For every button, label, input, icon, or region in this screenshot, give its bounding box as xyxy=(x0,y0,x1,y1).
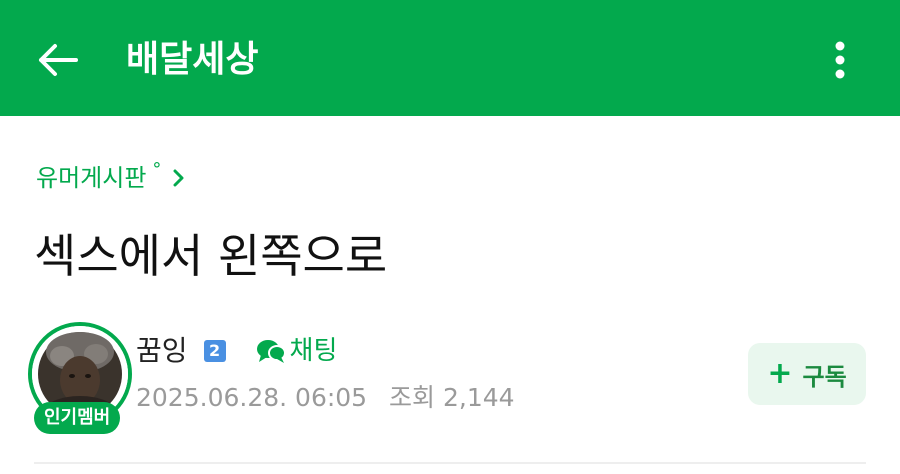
subscribe-label: 구독 xyxy=(802,362,847,391)
chat-button[interactable]: 채팅 xyxy=(256,333,338,369)
divider xyxy=(34,462,866,464)
app-bar: 배달세상 xyxy=(0,0,900,116)
board-link[interactable]: 유머게시판 ° xyxy=(36,159,185,196)
subscribe-button[interactable]: + 구독 xyxy=(748,343,866,405)
popular-member-badge: 인기멤버 xyxy=(34,402,121,434)
author-avatar-wrap[interactable]: 인기멤버 xyxy=(28,322,132,434)
more-vertical-icon xyxy=(835,41,845,79)
back-button[interactable] xyxy=(30,36,84,84)
arrow-left-icon xyxy=(39,44,78,76)
post-meta: 2025.06.28. 06:05 조회 2,144 xyxy=(136,380,515,416)
author-name[interactable]: 꿈잉 xyxy=(136,333,188,369)
views-count: 2,144 xyxy=(443,383,515,412)
level-badge: 2 xyxy=(203,340,226,362)
chevron-right-icon xyxy=(173,169,185,187)
chat-label: 채팅 xyxy=(289,336,338,366)
board-degree-mark: ° xyxy=(152,159,162,180)
plus-icon: + xyxy=(767,356,793,391)
app-title: 배달세상 xyxy=(126,39,259,80)
post-title: 섹스에서 왼쪽으로 xyxy=(34,229,388,283)
views-label: 조회 xyxy=(389,383,436,412)
post-datetime: 2025.06.28. 06:05 xyxy=(136,383,368,412)
author-row: 꿈잉 2 채팅 xyxy=(136,333,337,369)
board-name: 유머게시판 xyxy=(36,164,147,192)
chat-bubbles-icon xyxy=(256,340,286,363)
more-options-button[interactable] xyxy=(820,36,860,84)
